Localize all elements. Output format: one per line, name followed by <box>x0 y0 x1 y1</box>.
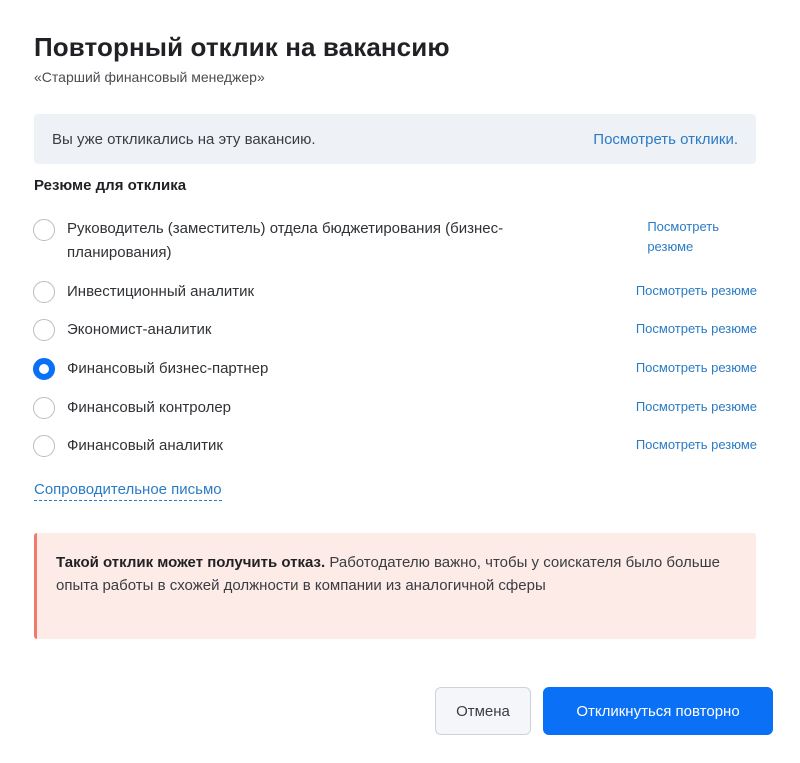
resume-section-label: Резюме для отклика <box>34 177 187 194</box>
cover-letter-link[interactable]: Сопроводительное письмо <box>34 481 222 501</box>
reapply-dialog: Повторный отклик на вакансию «Старший фи… <box>0 0 800 763</box>
resume-title: Инвестиционный аналитик <box>67 283 255 300</box>
view-resume-link[interactable]: Посмотреть резюме <box>636 281 757 301</box>
radio-button[interactable] <box>33 435 55 457</box>
resume-title: Финансовый аналитик <box>67 437 223 454</box>
view-resume-link[interactable]: Посмотреть резюме <box>636 435 757 455</box>
warning-title: Такой отклик может получить отказ. <box>56 554 326 571</box>
dialog-title: Повторный отклик на вакансию <box>34 32 450 62</box>
radio-button[interactable] <box>33 319 55 341</box>
rejection-warning: Такой отклик может получить отказ. Работ… <box>34 533 756 639</box>
radio-button[interactable] <box>33 281 55 303</box>
resume-title: Финансовый бизнес-партнер <box>67 360 269 377</box>
vacancy-name: «Старший финансовый менеджер» <box>34 69 265 85</box>
resume-title: Экономист-аналитик <box>67 321 212 338</box>
radio-button[interactable] <box>33 219 55 241</box>
view-resume-link[interactable]: Посмотреть резюме <box>636 397 757 417</box>
resume-option[interactable]: Руководитель (заместитель) отдела бюджет… <box>33 217 757 265</box>
already-applied-notice: Вы уже откликались на эту вакансию. Посм… <box>34 114 756 164</box>
notice-text: Вы уже откликались на эту вакансию. <box>52 130 316 148</box>
resume-title: Руководитель (заместитель) отдела бюджет… <box>67 220 504 261</box>
resume-option[interactable]: Финансовый бизнес-партнер Посмотреть рез… <box>33 358 757 382</box>
view-resume-link[interactable]: Посмотреть резюме <box>636 358 757 378</box>
cancel-button[interactable]: Отмена <box>435 687 531 735</box>
resume-option[interactable]: Финансовый контролер Посмотреть резюме <box>33 397 757 421</box>
resume-option[interactable]: Экономист-аналитик Посмотреть резюме <box>33 319 757 343</box>
radio-button-checked[interactable] <box>33 358 55 380</box>
view-resume-link[interactable]: Посмотреть резюме <box>647 217 719 257</box>
view-resume-link[interactable]: Посмотреть резюме <box>636 319 757 339</box>
radio-button[interactable] <box>33 397 55 419</box>
reapply-button[interactable]: Откликнуться повторно <box>543 687 773 735</box>
resume-option[interactable]: Инвестиционный аналитик Посмотреть резюм… <box>33 281 757 305</box>
view-responses-link[interactable]: Посмотреть отклики. <box>593 131 738 148</box>
resume-title: Финансовый контролер <box>67 399 232 416</box>
resume-option[interactable]: Финансовый аналитик Посмотреть резюме <box>33 435 757 459</box>
